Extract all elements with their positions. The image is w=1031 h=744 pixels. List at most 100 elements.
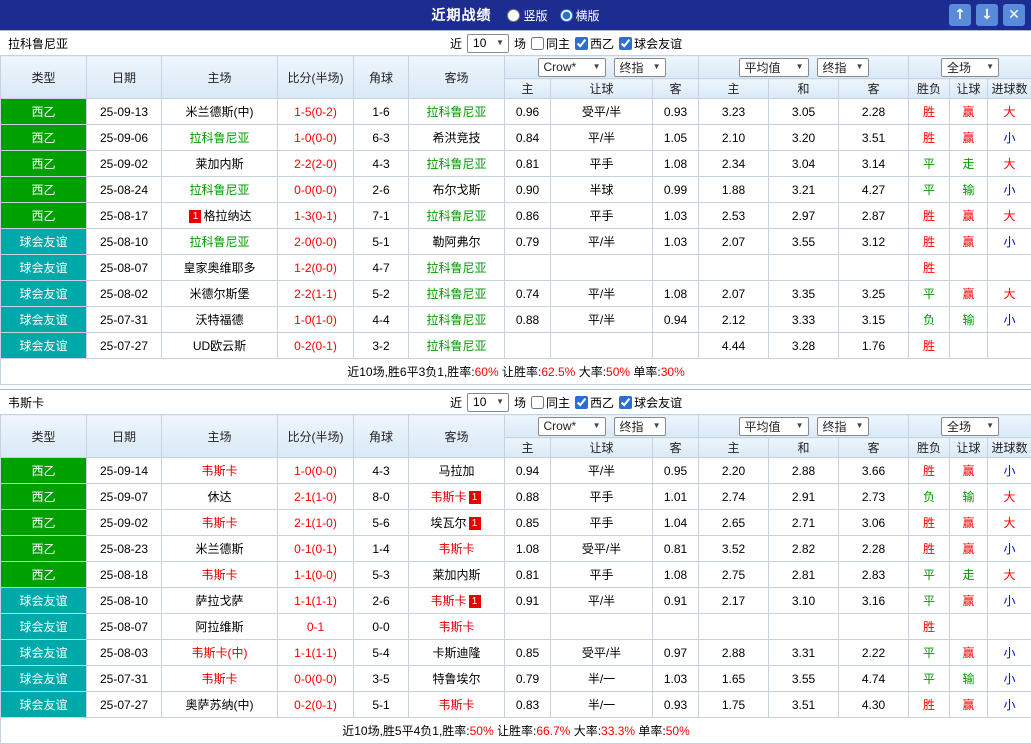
corner-score: 4-3 (354, 458, 409, 484)
sub-result-goals: 进球数 (988, 438, 1031, 458)
euro-average-select[interactable]: 平均值▼ (739, 417, 809, 436)
match-date: 25-07-27 (87, 692, 162, 718)
header-row-groups: 类型 日期 主场 比分(半场) 角球 客场 Crow*▼ 终指▼ 平均值▼ 终指… (1, 56, 1031, 79)
filter-league[interactable]: 西乙 (575, 35, 614, 52)
asian-home-odds: 1.08 (505, 536, 551, 562)
move-up-button[interactable]: ↑ (949, 4, 971, 26)
horizontal-layout-radio[interactable] (560, 9, 573, 22)
away-team-name: 韦斯卡 (438, 620, 474, 634)
euro-draw-odds: 2.71 (769, 510, 839, 536)
result-goals: 小 (988, 229, 1031, 255)
home-team: 拉科鲁尼亚 (162, 125, 278, 151)
chevron-down-icon: ▼ (796, 63, 804, 71)
match-row: 西乙25-08-24拉科鲁尼亚0-0(0-0)2-6布尔戈斯0.90半球0.99… (1, 177, 1031, 203)
result-goals: 小 (988, 307, 1031, 333)
filter-same-venue[interactable]: 同主 (531, 35, 570, 52)
filter-friendly[interactable]: 球会友谊 (619, 394, 682, 411)
sub-euro-away: 客 (839, 438, 909, 458)
home-team-name: 韦斯卡 (201, 672, 237, 686)
close-button[interactable]: ✕ (1003, 4, 1025, 26)
asian-home-odds: 0.86 (505, 203, 551, 229)
result-wdl: 胜 (909, 203, 950, 229)
chevron-down-icon: ▼ (796, 422, 804, 430)
match-type-badge: 球会友谊 (1, 640, 87, 666)
bookmaker-select[interactable]: Crow*▼ (538, 58, 606, 77)
result-goals (988, 333, 1031, 359)
euro-home-odds: 2.53 (699, 203, 769, 229)
fulltime-select[interactable]: 全场▼ (941, 58, 999, 77)
asian-handicap: 半球 (551, 177, 653, 203)
recent-count-select[interactable]: 10▼ (467, 34, 509, 53)
result-goals: 小 (988, 692, 1031, 718)
sub-euro-home: 主 (699, 79, 769, 99)
home-team-name: 米德尔斯堡 (189, 287, 249, 301)
match-date: 25-07-31 (87, 666, 162, 692)
col-away: 客场 (409, 56, 505, 99)
away-team-name: 埃瓦尔 (430, 516, 466, 530)
match-row: 西乙25-09-02韦斯卡2-1(1-0)5-6埃瓦尔10.85平手1.042.… (1, 510, 1031, 536)
euro-draw-odds: 2.97 (769, 203, 839, 229)
vertical-layout-radio[interactable] (507, 9, 520, 22)
match-score: 1-1(1-1) (278, 588, 354, 614)
corner-score: 4-4 (354, 307, 409, 333)
asian-handicap: 半/一 (551, 666, 653, 692)
bookmaker-select[interactable]: Crow*▼ (538, 417, 606, 436)
asian-home-odds: 0.79 (505, 666, 551, 692)
asian-home-odds (505, 614, 551, 640)
fulltime-select[interactable]: 全场▼ (941, 417, 999, 436)
same-venue-checkbox[interactable] (531, 396, 544, 409)
home-team: 米兰德斯(中) (162, 99, 278, 125)
same-venue-checkbox[interactable] (531, 37, 544, 50)
match-date: 25-09-02 (87, 510, 162, 536)
match-date: 25-08-03 (87, 640, 162, 666)
asian-away-odds (653, 333, 699, 359)
recent-count-select[interactable]: 10▼ (467, 393, 509, 412)
layout-option-horizontal[interactable]: 横版 (560, 7, 600, 24)
friendly-checkbox[interactable] (619, 396, 632, 409)
col-type: 类型 (1, 56, 87, 99)
match-score: 0-2(0-1) (278, 333, 354, 359)
filter-friendly[interactable]: 球会友谊 (619, 35, 682, 52)
euro-average-select[interactable]: 平均值▼ (739, 58, 809, 77)
euro-draw-odds: 2.82 (769, 536, 839, 562)
corner-score: 4-3 (354, 151, 409, 177)
home-team: 1格拉纳达 (162, 203, 278, 229)
result-wdl: 平 (909, 151, 950, 177)
match-type-badge: 西乙 (1, 510, 87, 536)
match-date: 25-07-27 (87, 333, 162, 359)
corner-score: 5-6 (354, 510, 409, 536)
away-team-name: 韦斯卡 (438, 542, 474, 556)
result-goals: 大 (988, 151, 1031, 177)
euro-home-odds (699, 614, 769, 640)
euro-away-odds: 3.25 (839, 281, 909, 307)
asian-handicap: 半/一 (551, 692, 653, 718)
chevron-down-icon: ▼ (593, 422, 601, 430)
league-checkbox[interactable] (575, 396, 588, 409)
filter-league[interactable]: 西乙 (575, 394, 614, 411)
league-checkbox[interactable] (575, 37, 588, 50)
chevron-down-icon: ▼ (986, 63, 994, 71)
match-type-badge: 球会友谊 (1, 333, 87, 359)
corner-score: 5-4 (354, 640, 409, 666)
home-team: 韦斯卡(中) (162, 640, 278, 666)
result-handicap (950, 614, 988, 640)
match-row: 西乙25-09-13米兰德斯(中)1-5(0-2)1-6拉科鲁尼亚0.96受平/… (1, 99, 1031, 125)
match-type-badge: 球会友谊 (1, 255, 87, 281)
euro-final-select[interactable]: 终指▼ (817, 58, 869, 77)
result-wdl: 胜 (909, 125, 950, 151)
games-label: 场 (514, 35, 526, 52)
filter-same-venue[interactable]: 同主 (531, 394, 570, 411)
move-down-button[interactable]: ↓ (976, 4, 998, 26)
friendly-checkbox[interactable] (619, 37, 632, 50)
match-row: 球会友谊25-07-27UD欧云斯0-2(0-1)3-2拉科鲁尼亚4.443.2… (1, 333, 1031, 359)
euro-home-odds: 4.44 (699, 333, 769, 359)
match-type-badge: 西乙 (1, 125, 87, 151)
asian-final-select[interactable]: 终指▼ (614, 58, 666, 77)
sub-asian-handicap: 让球 (551, 79, 653, 99)
layout-option-vertical[interactable]: 竖版 (507, 7, 547, 24)
euro-final-select[interactable]: 终指▼ (817, 417, 869, 436)
asian-final-select[interactable]: 终指▼ (614, 417, 666, 436)
away-team: 埃瓦尔1 (409, 510, 505, 536)
header-row-groups: 类型 日期 主场 比分(半场) 角球 客场 Crow*▼ 终指▼ 平均值▼ 终指… (1, 415, 1031, 438)
col-home: 主场 (162, 415, 278, 458)
